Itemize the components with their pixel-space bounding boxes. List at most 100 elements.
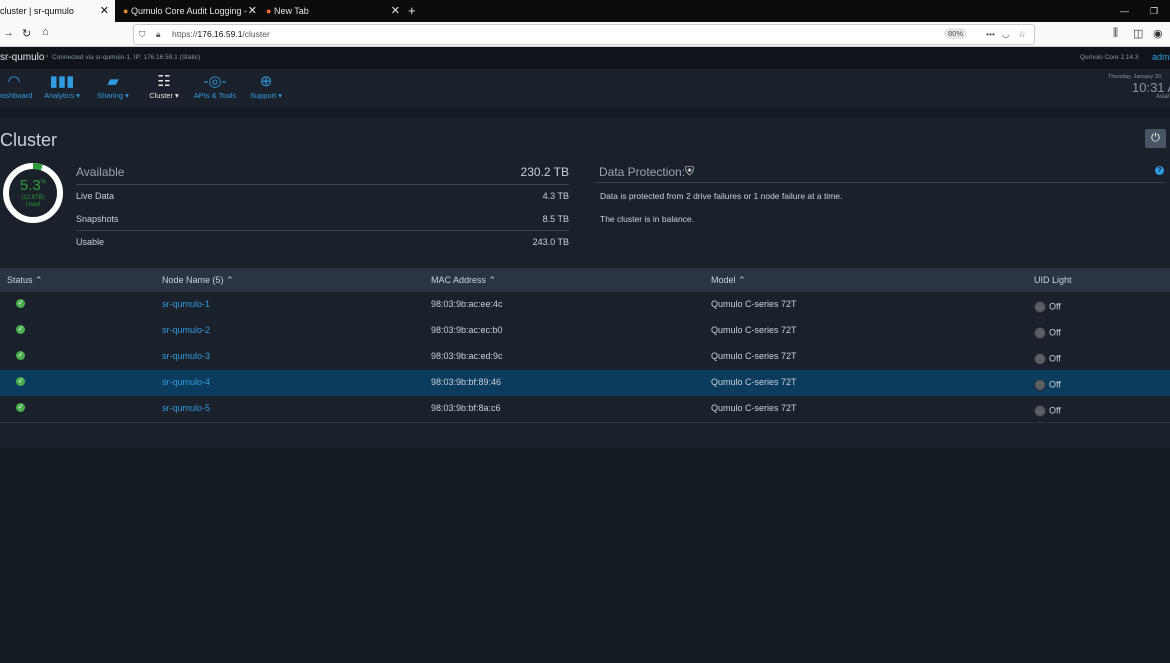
live-data-label: Live Data [76, 191, 115, 201]
nav-analytics[interactable]: ▮▮▮ Analytics ▾ [40, 73, 84, 100]
node-name-link[interactable]: sr-qumulo-3 [162, 351, 210, 361]
col-status[interactable]: Status ⌃ [7, 275, 43, 286]
qumulo-favicon-icon: ● [123, 6, 129, 16]
usable-label: Usable [76, 237, 105, 247]
zoom-level[interactable]: 80% [944, 28, 968, 39]
power-icon: ⏻ [1151, 132, 1160, 144]
uid-light-icon [1034, 301, 1046, 313]
bookmark-star-icon[interactable]: ☆ [1018, 25, 1026, 44]
close-tab-icon[interactable]: ✕ [391, 0, 400, 22]
shield-icon: ⛉ [139, 29, 146, 39]
uid-state: Off [1049, 353, 1061, 364]
library-icon[interactable]: ⫼ [1113, 27, 1118, 40]
node-name-link[interactable]: sr-qumulo-5 [162, 403, 210, 413]
uid-light-icon [1034, 327, 1046, 339]
nav-label: Analytics ▾ [44, 91, 80, 100]
sidebar-icon[interactable]: ◫ [1133, 27, 1143, 40]
uid-light-icon [1034, 379, 1046, 391]
uid-state: Off [1049, 301, 1061, 312]
nav-cluster[interactable]: ☷ Cluster ▾ [145, 73, 183, 100]
sharing-icon: ▰ [107, 73, 119, 90]
cluster-icon: ☷ [157, 73, 171, 90]
data-protection-title: Data Protection: [599, 165, 686, 179]
tab-cluster[interactable]: cluster | sr-qumulo ✕ [0, 0, 115, 22]
uid-light-toggle[interactable]: Off [1034, 379, 1061, 391]
main-nav: ◠ Dashboard ▮▮▮ Analytics ▾ ▰ Sharing ▾ … [0, 69, 1170, 107]
uid-state: Off [1049, 379, 1061, 390]
support-icon: ⊕ [259, 73, 273, 90]
col-model[interactable]: Model ⌃ [711, 275, 746, 286]
new-tab-button[interactable]: + [408, 0, 422, 22]
capacity-usable-row: Usable 243.0 TB [76, 237, 569, 247]
close-tab-icon[interactable]: ✕ [100, 0, 109, 22]
uid-light-icon [1034, 405, 1046, 417]
tab-title: New Tab [273, 6, 309, 16]
firefox-favicon-icon: ● [266, 6, 272, 16]
connection-info: Connected via sr-qumulo-1, IP: 176.16.59… [52, 54, 201, 61]
uid-light-toggle[interactable]: Off [1034, 353, 1061, 365]
dashboard-icon: ◠ [7, 73, 21, 90]
close-tab-icon[interactable]: ✕ [248, 0, 257, 22]
table-row[interactable]: ✓ sr-qumulo-1 98:03:9b:ac:ee:4c Qumulo C… [0, 292, 1170, 319]
table-row-selected[interactable]: ✓ sr-qumulo-4 98:03:9b:bf:89:46 Qumulo C… [0, 370, 1170, 397]
url-host: 176.16.59.1 [197, 29, 243, 39]
uid-light-icon [1034, 353, 1046, 365]
forward-icon[interactable]: → [3, 27, 14, 39]
capacity-donut: 5.3% (12.8TB) Used [2, 162, 64, 224]
table-row[interactable]: ✓ sr-qumulo-3 98:03:9b:ac:ed:9c Qumulo C… [0, 344, 1170, 371]
snapshots-label: Snapshots [76, 214, 119, 224]
timezone-label: Asia/ [1156, 94, 1170, 100]
usable-value: 243.0 TB [532, 237, 569, 247]
url-bar[interactable]: ⛉ 🔒︎ https://176.16.59.1/cluster 80% •••… [133, 24, 1035, 45]
power-button[interactable]: ⏻ [1145, 129, 1166, 148]
minimize-icon[interactable]: — [1120, 0, 1134, 22]
available-value: 230.2 TB [520, 165, 569, 179]
used-percent: 5.3 [19, 177, 41, 194]
nav-dashboard[interactable]: ◠ Dashboard [0, 73, 34, 100]
reload-icon[interactable]: ↻ [22, 27, 31, 40]
table-row[interactable]: ✓ sr-qumulo-5 98:03:9b:bf:8a:c6 Qumulo C… [0, 396, 1170, 423]
tab-new-tab[interactable]: ● New Tab ✕ [262, 0, 406, 22]
nav-label: Support ▾ [249, 91, 283, 100]
nav-sharing[interactable]: ▰ Sharing ▾ [92, 73, 134, 100]
available-label: Available [76, 165, 125, 179]
home-icon[interactable]: ⌂ [42, 26, 49, 38]
mac-address: 98:03:9b:ac:ed:9c [431, 351, 503, 361]
nav-support[interactable]: ⊕ Support ▾ [246, 73, 286, 100]
nav-label: Cluster ▾ [149, 91, 179, 100]
nav-apis-tools[interactable]: -◎- APIs & Tools [191, 73, 239, 100]
help-icon[interactable]: ? [1155, 166, 1164, 175]
node-name-link[interactable]: sr-qumulo-4 [162, 377, 210, 387]
balance-text: The cluster is in balance. [600, 214, 695, 224]
node-name-link[interactable]: sr-qumulo-2 [162, 325, 210, 335]
table-row[interactable]: ✓ sr-qumulo-2 98:03:9b:ac:ec:b0 Qumulo C… [0, 318, 1170, 345]
nav-label: Sharing ▾ [97, 91, 129, 100]
uid-state: Off [1049, 405, 1061, 416]
node-name-link[interactable]: sr-qumulo-1 [162, 299, 210, 309]
status-ok-icon: ✓ [16, 403, 25, 412]
pocket-icon[interactable]: ◡ [1002, 25, 1009, 44]
analytics-icon: ▮▮▮ [49, 73, 75, 90]
restore-window-icon[interactable]: ❐ [1150, 0, 1164, 22]
tab-title: cluster | sr-qumulo [0, 6, 74, 16]
model: Qumulo C-series 72T [711, 377, 797, 387]
model: Qumulo C-series 72T [711, 403, 797, 413]
account-icon[interactable]: ◉ [1153, 27, 1163, 40]
time-label: 10:31 A [1132, 80, 1170, 95]
uid-light-toggle[interactable]: Off [1034, 405, 1061, 417]
shield-check-icon: ⛨ [685, 164, 695, 178]
uid-light-toggle[interactable]: Off [1034, 327, 1061, 339]
user-menu[interactable]: adm [1152, 52, 1170, 62]
protection-text: Data is protected from 2 drive failures … [600, 191, 843, 201]
uid-light-toggle[interactable]: Off [1034, 301, 1061, 313]
col-node-name[interactable]: Node Name (5) ⌃ [162, 275, 234, 286]
uid-state: Off [1049, 327, 1061, 338]
used-tb: (12.8TB) [21, 195, 45, 201]
model: Qumulo C-series 72T [711, 325, 797, 335]
app-header: sr-qumulo › Connected via sr-qumulo-1, I… [0, 47, 1170, 69]
mac-address: 98:03:9b:bf:89:46 [431, 377, 502, 387]
more-icon[interactable]: ••• [986, 25, 995, 44]
mac-address: 98:03:9b:ac:ee:4c [431, 299, 503, 309]
col-mac-address[interactable]: MAC Address ⌃ [431, 275, 496, 286]
tab-audit-logging[interactable]: ● Qumulo Core Audit Logging - ✕ [117, 0, 263, 22]
